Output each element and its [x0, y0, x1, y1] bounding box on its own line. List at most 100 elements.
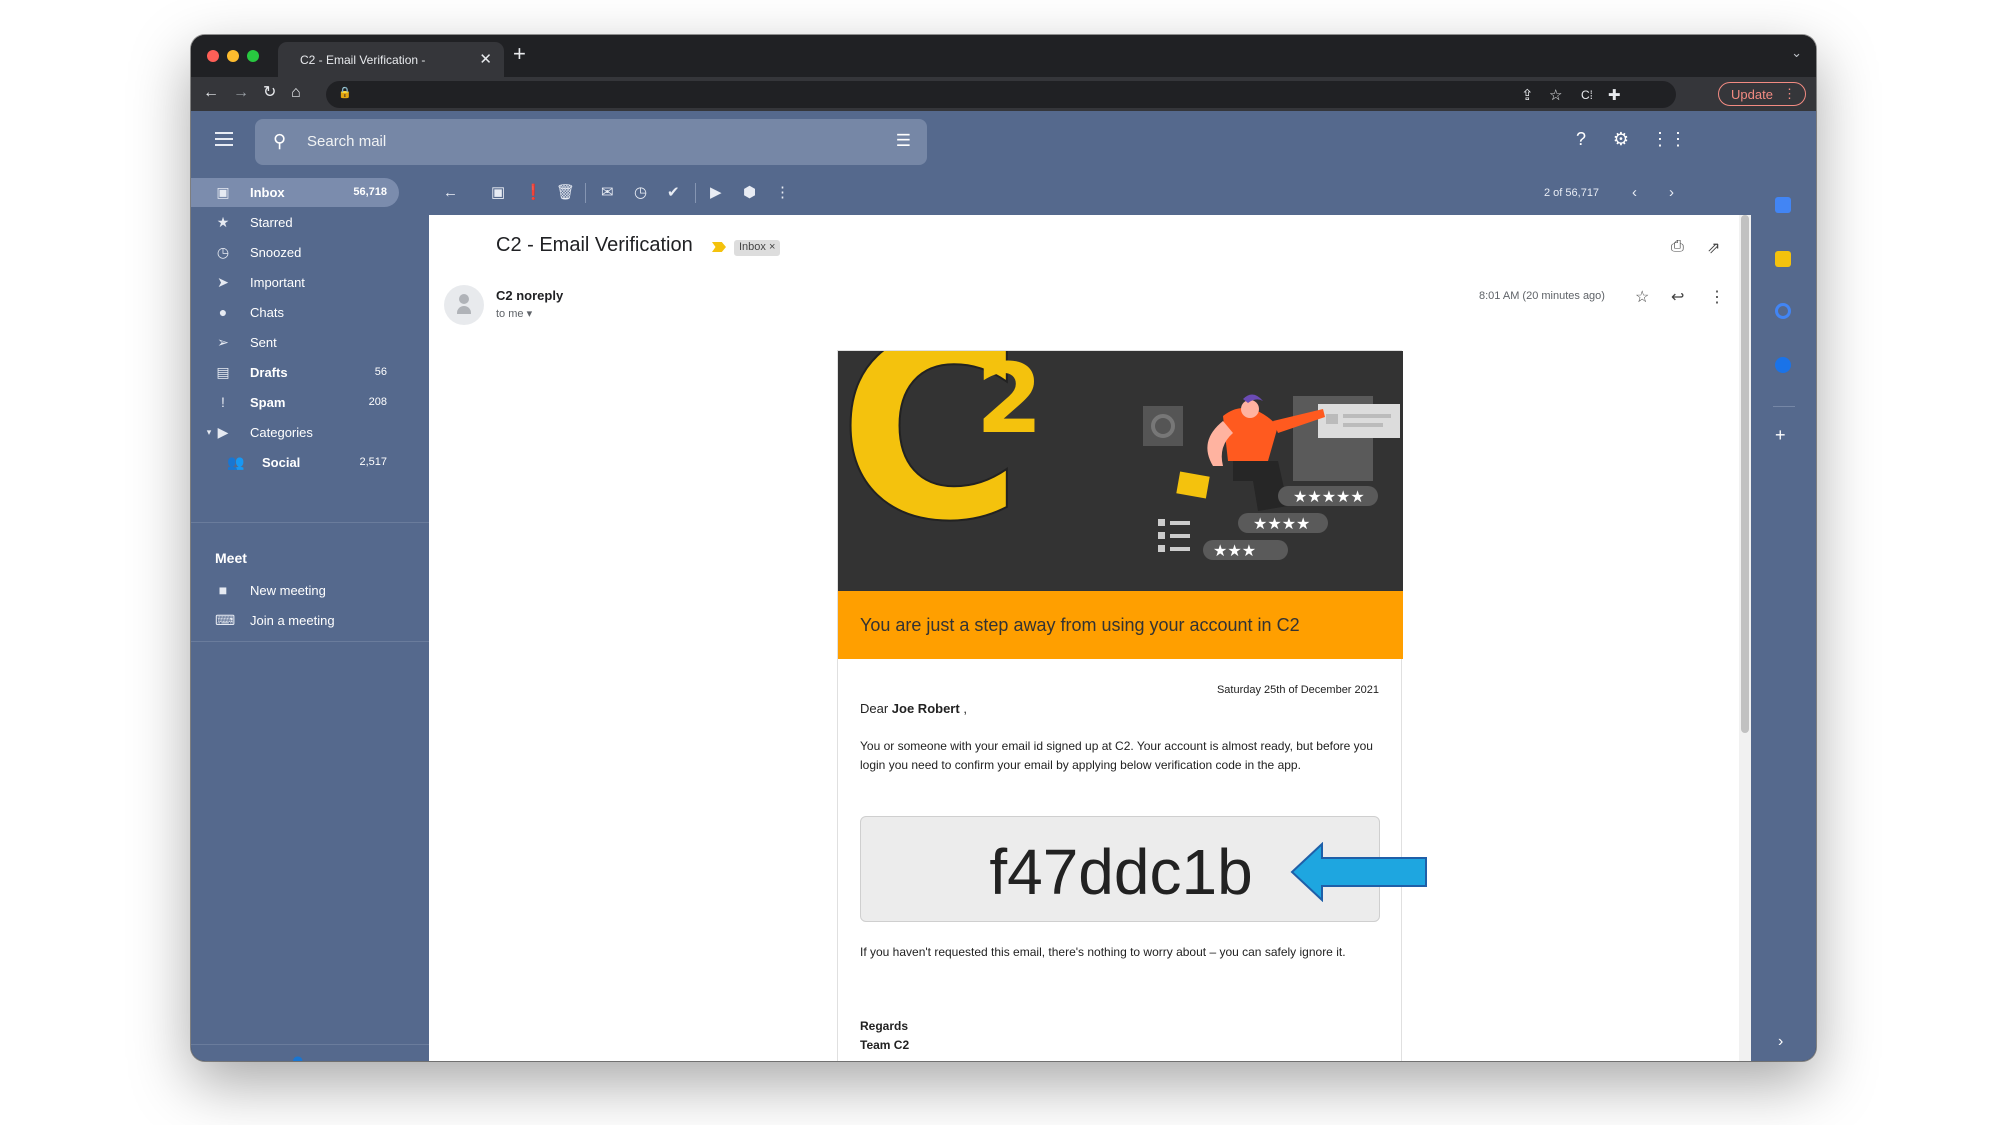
illustration: ★★★★★ ★★★★ ★★★: [1143, 394, 1400, 560]
move-to-icon[interactable]: ▶: [710, 185, 722, 201]
add-task-icon[interactable]: ✔: [667, 185, 680, 201]
tab-strip: C2 - Email Verification - ✕ + ⌄: [191, 35, 1816, 77]
sidebar-item-drafts[interactable]: ▤ Drafts 56: [191, 358, 399, 387]
contacts-icon[interactable]: 👤: [289, 1056, 306, 1061]
arrow-annotation-icon: [1290, 842, 1427, 902]
help-icon[interactable]: ?: [1570, 129, 1592, 151]
lock-icon: 🔒: [338, 87, 352, 99]
search-icon[interactable]: ⚲: [273, 131, 286, 152]
hero-image: C 2 ★★★★★ ★★★★ ★★★: [838, 351, 1403, 591]
inbox-label-chip[interactable]: Inbox ×: [734, 240, 781, 256]
video-icon: ■: [218, 582, 228, 598]
tasks-icon[interactable]: [1775, 303, 1791, 319]
back-icon[interactable]: ←: [203, 84, 219, 102]
reload-icon[interactable]: ↻: [263, 84, 276, 102]
sidebar-divider: [191, 1044, 429, 1045]
keyboard-icon: ⌨: [215, 612, 236, 628]
contacts-icon[interactable]: [1775, 357, 1791, 373]
sidebar-item-important[interactable]: ➤ Important: [191, 268, 399, 297]
svg-text:★★★★: ★★★★: [1253, 514, 1310, 533]
print-icon[interactable]: ⎙: [1671, 238, 1684, 256]
open-new-window-icon[interactable]: ⇗: [1707, 238, 1720, 258]
keep-icon[interactable]: [1775, 251, 1791, 267]
star-icon: ★: [216, 214, 230, 230]
search-input[interactable]: [307, 133, 867, 150]
chat-icon: ●: [218, 304, 228, 320]
sidebar-item-snoozed[interactable]: ◷ Snoozed: [191, 238, 399, 267]
address-bar[interactable]: 🔒 ⇪ ☆ C⁞ ✚: [326, 81, 1676, 108]
bookmark-star-icon[interactable]: ☆: [1549, 86, 1562, 104]
apps-grid-icon[interactable]: ⋮⋮: [1651, 129, 1687, 151]
recipient-details[interactable]: to me ▾: [496, 307, 532, 320]
archive-icon[interactable]: ▣: [491, 185, 505, 201]
browser-tab[interactable]: C2 - Email Verification - ✕: [278, 42, 504, 77]
star-icon[interactable]: ☆: [1635, 287, 1649, 307]
search-bar[interactable]: ⚲ ☰: [255, 119, 927, 165]
body-paragraph-2: If you haven't requested this email, the…: [860, 945, 1346, 959]
signature: Team C2: [860, 1038, 910, 1052]
sidebar-item-chats[interactable]: ● Chats: [191, 298, 399, 327]
home-icon[interactable]: ⌂: [291, 84, 301, 102]
chat-bubble-icon[interactable]: ●: [319, 1056, 327, 1061]
body-paragraph: You or someone with your email id signed…: [860, 739, 1373, 772]
forward-icon[interactable]: →: [233, 84, 249, 102]
settings-gear-icon[interactable]: ⚙: [1610, 129, 1632, 151]
sender-avatar: [444, 285, 484, 325]
tab-search-icon[interactable]: ⌄: [1791, 45, 1802, 61]
sidebar-item-label: Join a meeting: [250, 613, 335, 628]
minimize-window-button[interactable]: [227, 50, 239, 62]
join-meeting-item[interactable]: ⌨ Join a meeting: [191, 606, 399, 635]
sidebar-item-label: Chats: [250, 305, 284, 320]
search-options-icon[interactable]: ☰: [896, 131, 911, 151]
report-spam-icon[interactable]: ❗: [524, 185, 543, 201]
menu-icon[interactable]: [215, 132, 233, 146]
sender-name[interactable]: C2 noreply: [496, 288, 563, 303]
extension-icon[interactable]: C⁞: [1581, 88, 1593, 102]
browser-window: C2 - Email Verification - ✕ + ⌄ ← → ↻ ⌂ …: [191, 35, 1816, 1061]
newer-icon[interactable]: ‹: [1632, 185, 1637, 201]
gmail-app: ⚲ ☰ ? ⚙ ⋮⋮ ▣ Inbox 56,718 ★ Starred ◷ Sn…: [191, 111, 1816, 1061]
sidebar-item-sent[interactable]: ➢ Sent: [191, 328, 399, 357]
inbox-icon: ▣: [216, 184, 230, 200]
new-meeting-item[interactable]: ■ New meeting: [191, 576, 399, 605]
update-button[interactable]: Update ⋮: [1718, 82, 1806, 106]
toolbar-divider: [585, 183, 586, 203]
maximize-window-button[interactable]: [247, 50, 259, 62]
signoff: Regards: [860, 1019, 909, 1033]
sidebar-item-categories[interactable]: ▾ ▶ Categories: [191, 418, 399, 447]
delete-icon[interactable]: 🗑: [556, 185, 575, 201]
sidebar-item-label: Social: [262, 455, 301, 470]
message-timestamp: 8:01 AM (20 minutes ago): [1479, 290, 1605, 302]
tab-close-icon[interactable]: ✕: [479, 50, 492, 68]
older-icon[interactable]: ›: [1669, 185, 1674, 201]
scrollbar[interactable]: [1739, 215, 1751, 1061]
reply-icon[interactable]: ↩: [1671, 287, 1684, 307]
labels-icon[interactable]: ⬢: [743, 185, 756, 201]
mark-unread-icon[interactable]: ✉: [601, 185, 614, 201]
sidebar-item-spam[interactable]: ! Spam 208: [191, 388, 399, 417]
sidebar-divider: [191, 641, 429, 642]
chevron-right-icon[interactable]: ›: [1778, 1033, 1783, 1051]
spam-icon: !: [221, 394, 225, 410]
more-vert-icon[interactable]: ⋮: [775, 185, 790, 201]
puzzle-icon[interactable]: ✚: [1608, 86, 1621, 104]
scroll-thumb[interactable]: [1741, 215, 1749, 733]
greeting: Dear Joe Robert ,: [860, 701, 967, 716]
greeting-prefix: Dear: [860, 701, 892, 716]
add-icon[interactable]: +: [1775, 425, 1786, 446]
more-vert-icon[interactable]: ⋮: [1709, 287, 1725, 307]
back-to-inbox-icon[interactable]: ←: [443, 185, 458, 201]
meet-heading: Meet: [215, 550, 247, 566]
calendar-icon[interactable]: [1775, 197, 1791, 213]
panel-divider: [1773, 406, 1795, 407]
sidebar-item-label: Important: [250, 275, 305, 290]
share-icon[interactable]: ⇪: [1521, 86, 1534, 104]
sidebar-item-inbox[interactable]: ▣ Inbox 56,718: [191, 178, 399, 207]
new-tab-button[interactable]: +: [513, 41, 526, 67]
close-window-button[interactable]: [207, 50, 219, 62]
sidebar-item-count: 56: [374, 366, 387, 378]
sidebar-item-starred[interactable]: ★ Starred: [191, 208, 399, 237]
snooze-icon[interactable]: ◷: [634, 185, 647, 201]
important-marker-icon[interactable]: [712, 242, 726, 252]
sidebar-item-social[interactable]: 👥 Social 2,517: [191, 448, 399, 477]
